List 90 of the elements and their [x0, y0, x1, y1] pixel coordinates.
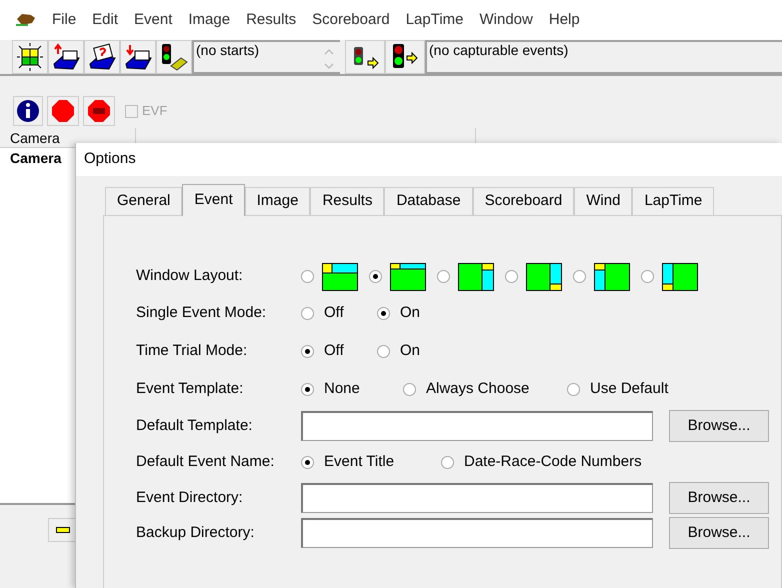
- radio-button[interactable]: [641, 270, 654, 283]
- tray-upload-icon: [51, 42, 81, 72]
- radio-button[interactable]: [505, 270, 518, 283]
- window-layout-icon: [662, 262, 698, 290]
- browse-button[interactable]: Browse...: [669, 482, 769, 514]
- frame-button[interactable]: [12, 40, 48, 74]
- events-list[interactable]: (no capturable events): [425, 40, 782, 74]
- starts-list[interactable]: (no starts): [192, 40, 340, 74]
- upload-file-button[interactable]: [48, 40, 84, 74]
- browse-button[interactable]: Browse...: [669, 410, 769, 442]
- stop-sign-icon: [88, 100, 110, 122]
- tab[interactable]: Event: [182, 184, 245, 216]
- capture-all-button[interactable]: [345, 40, 385, 74]
- radio-button[interactable]: [377, 344, 390, 358]
- traffic-light-icon: [159, 42, 189, 72]
- download-file-button[interactable]: [120, 40, 156, 74]
- stop-button[interactable]: [47, 96, 79, 126]
- table-cell: Camera: [10, 150, 62, 166]
- option-label: Always Choose: [426, 378, 530, 399]
- window-layout-icon: [322, 262, 358, 290]
- tab[interactable]: Wind: [574, 187, 632, 215]
- text-field[interactable]: [301, 411, 653, 441]
- menu-item[interactable]: File: [52, 8, 76, 32]
- menu-item[interactable]: Scoreboard: [312, 8, 390, 32]
- radio-button[interactable]: [573, 270, 586, 283]
- radio-button[interactable]: [301, 270, 314, 283]
- browse-button[interactable]: Browse...: [669, 517, 769, 549]
- radio-button[interactable]: [437, 270, 450, 283]
- dialog-title: Options: [84, 149, 136, 170]
- option-label: Off: [324, 303, 344, 324]
- menu-item[interactable]: Results: [246, 8, 296, 32]
- menu-item[interactable]: Edit: [92, 8, 118, 32]
- radio-button[interactable]: [301, 456, 314, 469]
- tab[interactable]: LapTime: [632, 187, 714, 215]
- menu-item[interactable]: LapTime: [406, 8, 464, 32]
- app-logo-icon: [16, 13, 36, 27]
- option-label: Date-Race-Code Numbers: [464, 452, 642, 472]
- info-button[interactable]: [13, 96, 43, 126]
- list-text: (no starts): [196, 42, 260, 58]
- field-label: Default Event Name:: [136, 452, 276, 472]
- option-label: None: [324, 378, 360, 399]
- radio-button[interactable]: [403, 382, 416, 396]
- radio-button[interactable]: [301, 344, 314, 358]
- field-label: Event Directory:: [136, 488, 244, 508]
- tab[interactable]: Results: [310, 187, 384, 215]
- field-label: Window Layout:: [136, 266, 244, 286]
- window-layout-icon: [594, 262, 630, 290]
- menu-item[interactable]: Window: [480, 8, 533, 32]
- tab[interactable]: Scoreboard: [472, 187, 574, 215]
- option-label: On: [400, 303, 420, 324]
- field-label: Backup Directory:: [136, 522, 256, 543]
- text-field[interactable]: [301, 483, 653, 513]
- window-layout-icon: [526, 262, 562, 290]
- option-label: Event Title: [324, 452, 394, 472]
- radio-button[interactable]: [377, 307, 390, 320]
- capture-button[interactable]: [385, 40, 425, 74]
- menu-item[interactable]: Image: [188, 8, 230, 32]
- radio-button[interactable]: [301, 307, 314, 320]
- stop-sign-icon: [52, 100, 74, 122]
- stop-20-button[interactable]: [83, 96, 115, 126]
- radio-button[interactable]: [369, 270, 382, 283]
- field-label: Default Template:: [136, 416, 254, 436]
- dash-icon: [56, 527, 70, 533]
- tab[interactable]: General: [105, 187, 182, 215]
- radio-button[interactable]: [567, 382, 580, 396]
- radio-button[interactable]: [441, 456, 454, 469]
- option-label: On: [400, 340, 420, 361]
- list-text: (no capturable events): [429, 42, 568, 58]
- info-icon: [16, 99, 40, 123]
- field-label: Single Event Mode:: [136, 303, 268, 324]
- field-label: Time Trial Mode:: [136, 340, 248, 361]
- window-layout-icon: [458, 262, 494, 290]
- radio-button[interactable]: [301, 382, 314, 396]
- evf-label: EVF: [142, 102, 168, 120]
- window-layout-icon: [390, 262, 426, 290]
- minimize-button[interactable]: [48, 518, 78, 542]
- query-file-button[interactable]: [84, 40, 120, 74]
- menu-item[interactable]: Event: [134, 8, 172, 32]
- menu-item[interactable]: Help: [548, 8, 580, 32]
- tab[interactable]: Image: [244, 187, 310, 215]
- field-label: Event Template:: [136, 378, 244, 399]
- start-light-button[interactable]: [156, 40, 192, 74]
- column-header[interactable]: Camera: [0, 128, 135, 147]
- text-field[interactable]: [301, 518, 653, 548]
- option-label: Off: [324, 340, 344, 361]
- tray-download-icon: [123, 42, 153, 72]
- tray-question-icon: [87, 42, 117, 72]
- tab[interactable]: Database: [384, 187, 473, 215]
- sunburst-frame-icon: [15, 42, 45, 72]
- option-label: Use Default: [590, 378, 668, 399]
